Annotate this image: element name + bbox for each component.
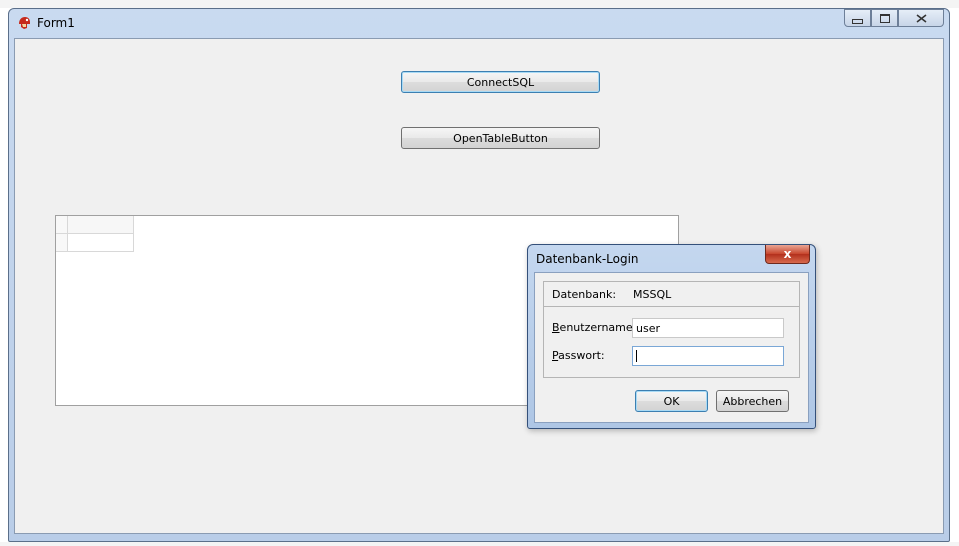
text-caret <box>636 350 637 362</box>
password-label: Passwort: <box>552 349 605 362</box>
delphi-helmet-icon <box>19 17 30 29</box>
close-button[interactable] <box>898 9 944 27</box>
login-group-box: Datenbank: MSSQL Benutzername: Passwort: <box>543 281 800 378</box>
dialog-title: Datenbank-Login <box>536 252 639 266</box>
maximize-icon <box>879 13 890 23</box>
login-dialog: Datenbank-Login x Datenbank: MSSQL Benut… <box>527 244 816 429</box>
password-input[interactable] <box>632 346 784 366</box>
close-icon: x <box>783 247 792 261</box>
grid-cell[interactable] <box>68 234 134 252</box>
minimize-button[interactable] <box>844 9 871 27</box>
grid-header-cell[interactable] <box>68 216 134 234</box>
background-strip <box>0 0 959 8</box>
caption-buttons <box>844 9 944 28</box>
group-separator <box>544 306 799 307</box>
username-label-accelerator: B <box>552 321 560 334</box>
username-input[interactable] <box>632 318 784 338</box>
password-label-text: asswort: <box>558 349 605 362</box>
grid-row-indicator[interactable] <box>56 234 68 252</box>
ok-button[interactable]: OK <box>635 390 708 412</box>
database-value: MSSQL <box>633 288 672 301</box>
connect-sql-button[interactable]: ConnectSQL <box>401 71 600 93</box>
close-icon <box>916 13 926 23</box>
maximize-button[interactable] <box>871 9 898 27</box>
minimize-icon <box>852 18 863 24</box>
window-title: Form1 <box>37 16 75 30</box>
cancel-button[interactable]: Abbrechen <box>716 390 789 412</box>
username-label: Benutzername: <box>552 321 636 334</box>
open-table-button[interactable]: OpenTableButton <box>401 127 600 149</box>
username-label-text: enutzername: <box>559 321 637 334</box>
background-strip <box>0 542 959 546</box>
database-label: Datenbank: <box>552 288 617 301</box>
title-bar[interactable]: Form1 <box>9 9 949 37</box>
dialog-close-button[interactable]: x <box>765 245 810 264</box>
grid-row-indicator <box>56 216 68 234</box>
dialog-client-area: Datenbank: MSSQL Benutzername: Passwort:… <box>534 272 809 423</box>
